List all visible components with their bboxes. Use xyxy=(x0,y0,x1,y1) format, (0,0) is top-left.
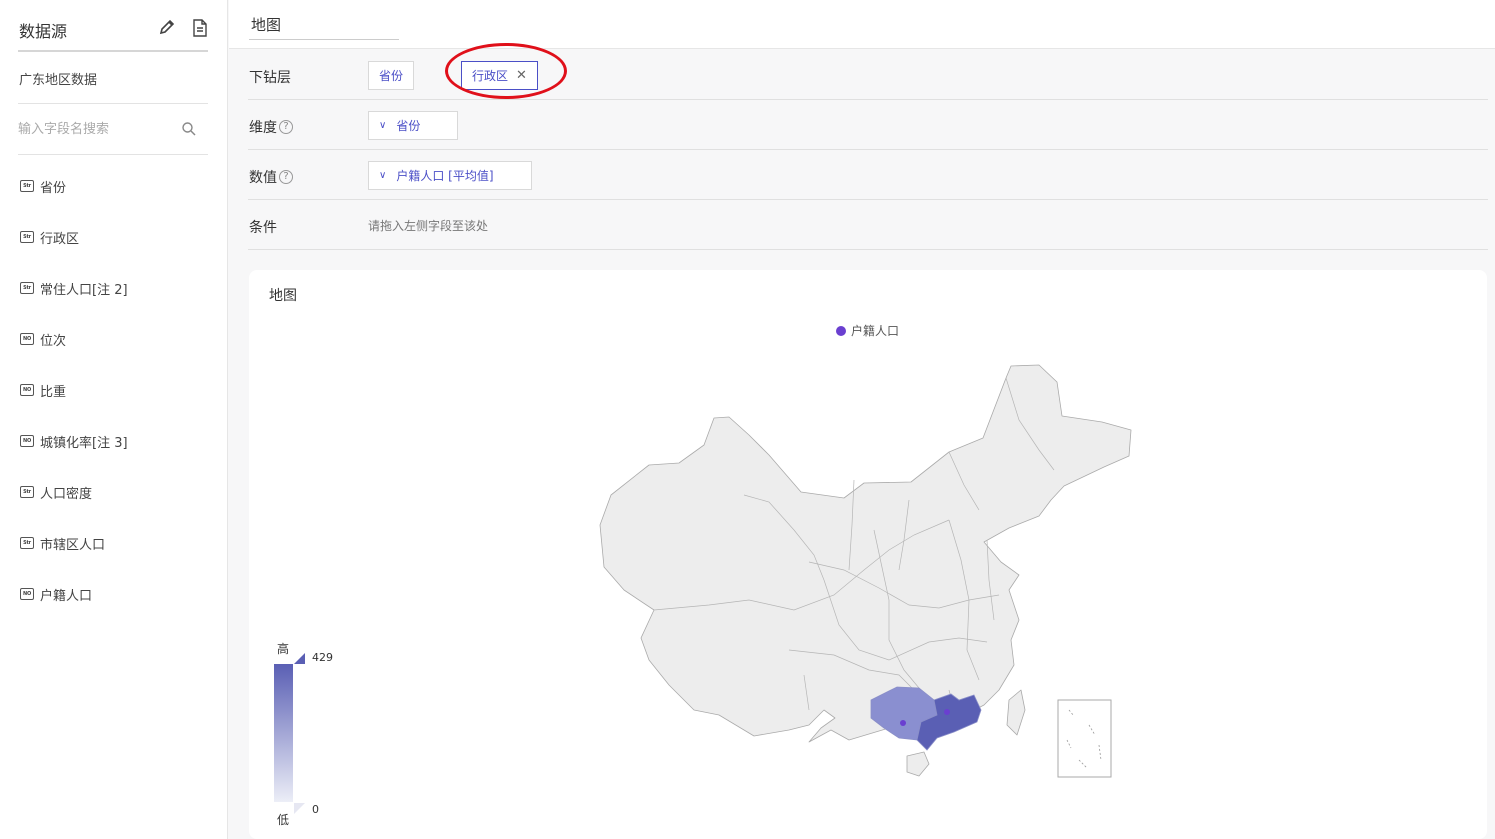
field-search xyxy=(18,104,208,155)
dataset-selector[interactable]: 广东地区数据 xyxy=(18,52,208,104)
dimension-label: 维度? xyxy=(249,117,293,137)
visual-map-bottom-handle[interactable] xyxy=(294,803,305,814)
data-point-guangdong[interactable] xyxy=(944,709,950,715)
drill-layer-label: 下钻层 xyxy=(249,70,291,86)
data-point-guangxi[interactable] xyxy=(900,720,906,726)
field-name: 户籍人口 xyxy=(40,588,93,604)
field-name: 行政区 xyxy=(40,231,80,247)
value-chip[interactable]: ∨ 户籍人口 [平均值] xyxy=(368,161,532,190)
visual-map-gradient xyxy=(274,664,293,802)
hainan-island[interactable] xyxy=(906,751,930,777)
chart-title-bar xyxy=(229,0,1495,49)
china-mainland-region[interactable] xyxy=(599,364,1132,743)
string-type-icon: Str xyxy=(20,282,34,294)
chevron-down-icon[interactable]: ∨ xyxy=(379,170,386,181)
field-name: 人口密度 xyxy=(40,486,93,502)
data-source-sidebar: 数据源 广东地区数据 Str 省份 Str 行政区 Str 常住人口[注 2] NO 位… xyxy=(0,0,228,839)
number-type-icon: NO xyxy=(20,333,34,345)
chip-label: 户籍人口 [平均值] xyxy=(396,169,494,183)
drill-layer-row: 下钻层 省份 行政区 ✕ xyxy=(248,50,1488,100)
sidebar-header: 数据源 xyxy=(18,14,208,52)
value-label: 数值? xyxy=(249,167,293,187)
china-map[interactable] xyxy=(249,270,1487,839)
chevron-down-icon[interactable]: ∨ xyxy=(379,120,386,131)
field-search-input[interactable] xyxy=(18,118,168,140)
string-type-icon: Str xyxy=(20,537,34,549)
number-type-icon: NO xyxy=(20,588,34,600)
chip-label: 行政区 xyxy=(472,69,509,83)
sidebar-title: 数据源 xyxy=(19,22,68,41)
field-name: 位次 xyxy=(40,333,67,349)
field-name: 市辖区人口 xyxy=(40,537,106,553)
visual-map-high-label: 高 xyxy=(277,642,290,656)
document-icon[interactable] xyxy=(192,19,208,37)
visual-map-top-handle[interactable] xyxy=(294,653,305,664)
field-name: 常住人口[注 2] xyxy=(40,282,128,298)
chart-title-input[interactable] xyxy=(249,10,399,40)
string-type-icon: Str xyxy=(20,486,34,498)
drill-chip-province[interactable]: 省份 xyxy=(368,61,415,90)
field-item[interactable]: NO 户籍人口 xyxy=(20,582,92,606)
visual-map-max: 429 xyxy=(312,651,333,664)
number-type-icon: NO xyxy=(20,384,34,396)
field-item[interactable]: Str 行政区 xyxy=(20,225,79,249)
field-item[interactable]: Str 常住人口[注 2] xyxy=(20,276,128,300)
value-label-text: 数值 xyxy=(249,170,277,186)
field-name: 城镇化率[注 3] xyxy=(40,435,128,451)
field-name: 比重 xyxy=(40,384,67,400)
dimension-row: 维度? ∨ 省份 xyxy=(248,100,1488,150)
close-icon[interactable]: ✕ xyxy=(516,68,527,83)
chart-card: 地图 户籍人口 高 低 429 0 xyxy=(249,270,1487,839)
value-row: 数值? ∨ 户籍人口 [平均值] xyxy=(248,150,1488,200)
condition-label: 条件 xyxy=(249,220,277,236)
field-item[interactable]: NO 比重 xyxy=(20,378,66,402)
dataset-name: 广东地区数据 xyxy=(19,73,98,88)
visual-map-min: 0 xyxy=(312,803,319,816)
number-type-icon: NO xyxy=(20,435,34,447)
field-item[interactable]: NO 位次 xyxy=(20,327,66,351)
string-type-icon: Str xyxy=(20,231,34,243)
field-item[interactable]: Str 市辖区人口 xyxy=(20,531,105,555)
dimension-chip[interactable]: ∨ 省份 xyxy=(368,111,458,140)
field-item[interactable]: Str 省份 xyxy=(20,174,66,198)
taiwan-island[interactable] xyxy=(1006,689,1026,736)
field-item[interactable]: Str 人口密度 xyxy=(20,480,92,504)
visual-map-low-label: 低 xyxy=(277,813,290,827)
field-name: 省份 xyxy=(40,180,67,196)
help-icon[interactable]: ? xyxy=(279,170,293,184)
chip-label: 省份 xyxy=(396,119,421,133)
dimension-label-text: 维度 xyxy=(249,120,277,136)
condition-drop-zone[interactable]: 请拖入左侧字段至该处 xyxy=(368,217,488,234)
field-item[interactable]: NO 城镇化率[注 3] xyxy=(20,429,128,453)
string-type-icon: Str xyxy=(20,180,34,192)
pencil-icon[interactable] xyxy=(158,18,176,36)
drill-chip-district[interactable]: 行政区 ✕ xyxy=(461,61,538,90)
chip-label: 省份 xyxy=(379,69,404,83)
south-china-sea-inset xyxy=(1057,699,1112,778)
help-icon[interactable]: ? xyxy=(279,120,293,134)
condition-row: 条件 请拖入左侧字段至该处 xyxy=(248,200,1488,250)
search-icon[interactable] xyxy=(181,121,197,137)
